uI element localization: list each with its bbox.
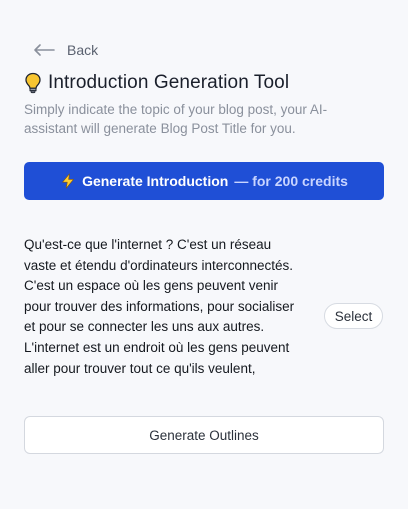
page-header: Introduction Generation Tool <box>24 72 289 94</box>
arrow-left-icon <box>34 44 55 56</box>
back-label: Back <box>67 42 99 58</box>
back-link[interactable]: Back <box>33 40 98 60</box>
generate-introduction-button[interactable]: Generate Introduction — for 200 credits <box>24 162 384 200</box>
lightning-bolt-icon <box>62 173 74 189</box>
generate-button-credits: — for 200 credits <box>234 173 348 189</box>
page-subtitle: Simply indicate the topic of your blog p… <box>24 102 328 136</box>
generate-button-label: Generate Introduction <box>82 173 229 189</box>
select-button[interactable]: Select <box>324 303 383 329</box>
generated-introduction-item: Qu'est-ce que l'internet ? C'est un rése… <box>24 235 384 379</box>
page-title: Introduction Generation Tool <box>48 72 290 93</box>
generated-introduction-text: Qu'est-ce que l'internet ? C'est un rése… <box>24 237 295 376</box>
generate-outlines-button[interactable]: Generate Outlines <box>24 416 384 454</box>
lightbulb-icon <box>25 72 41 94</box>
